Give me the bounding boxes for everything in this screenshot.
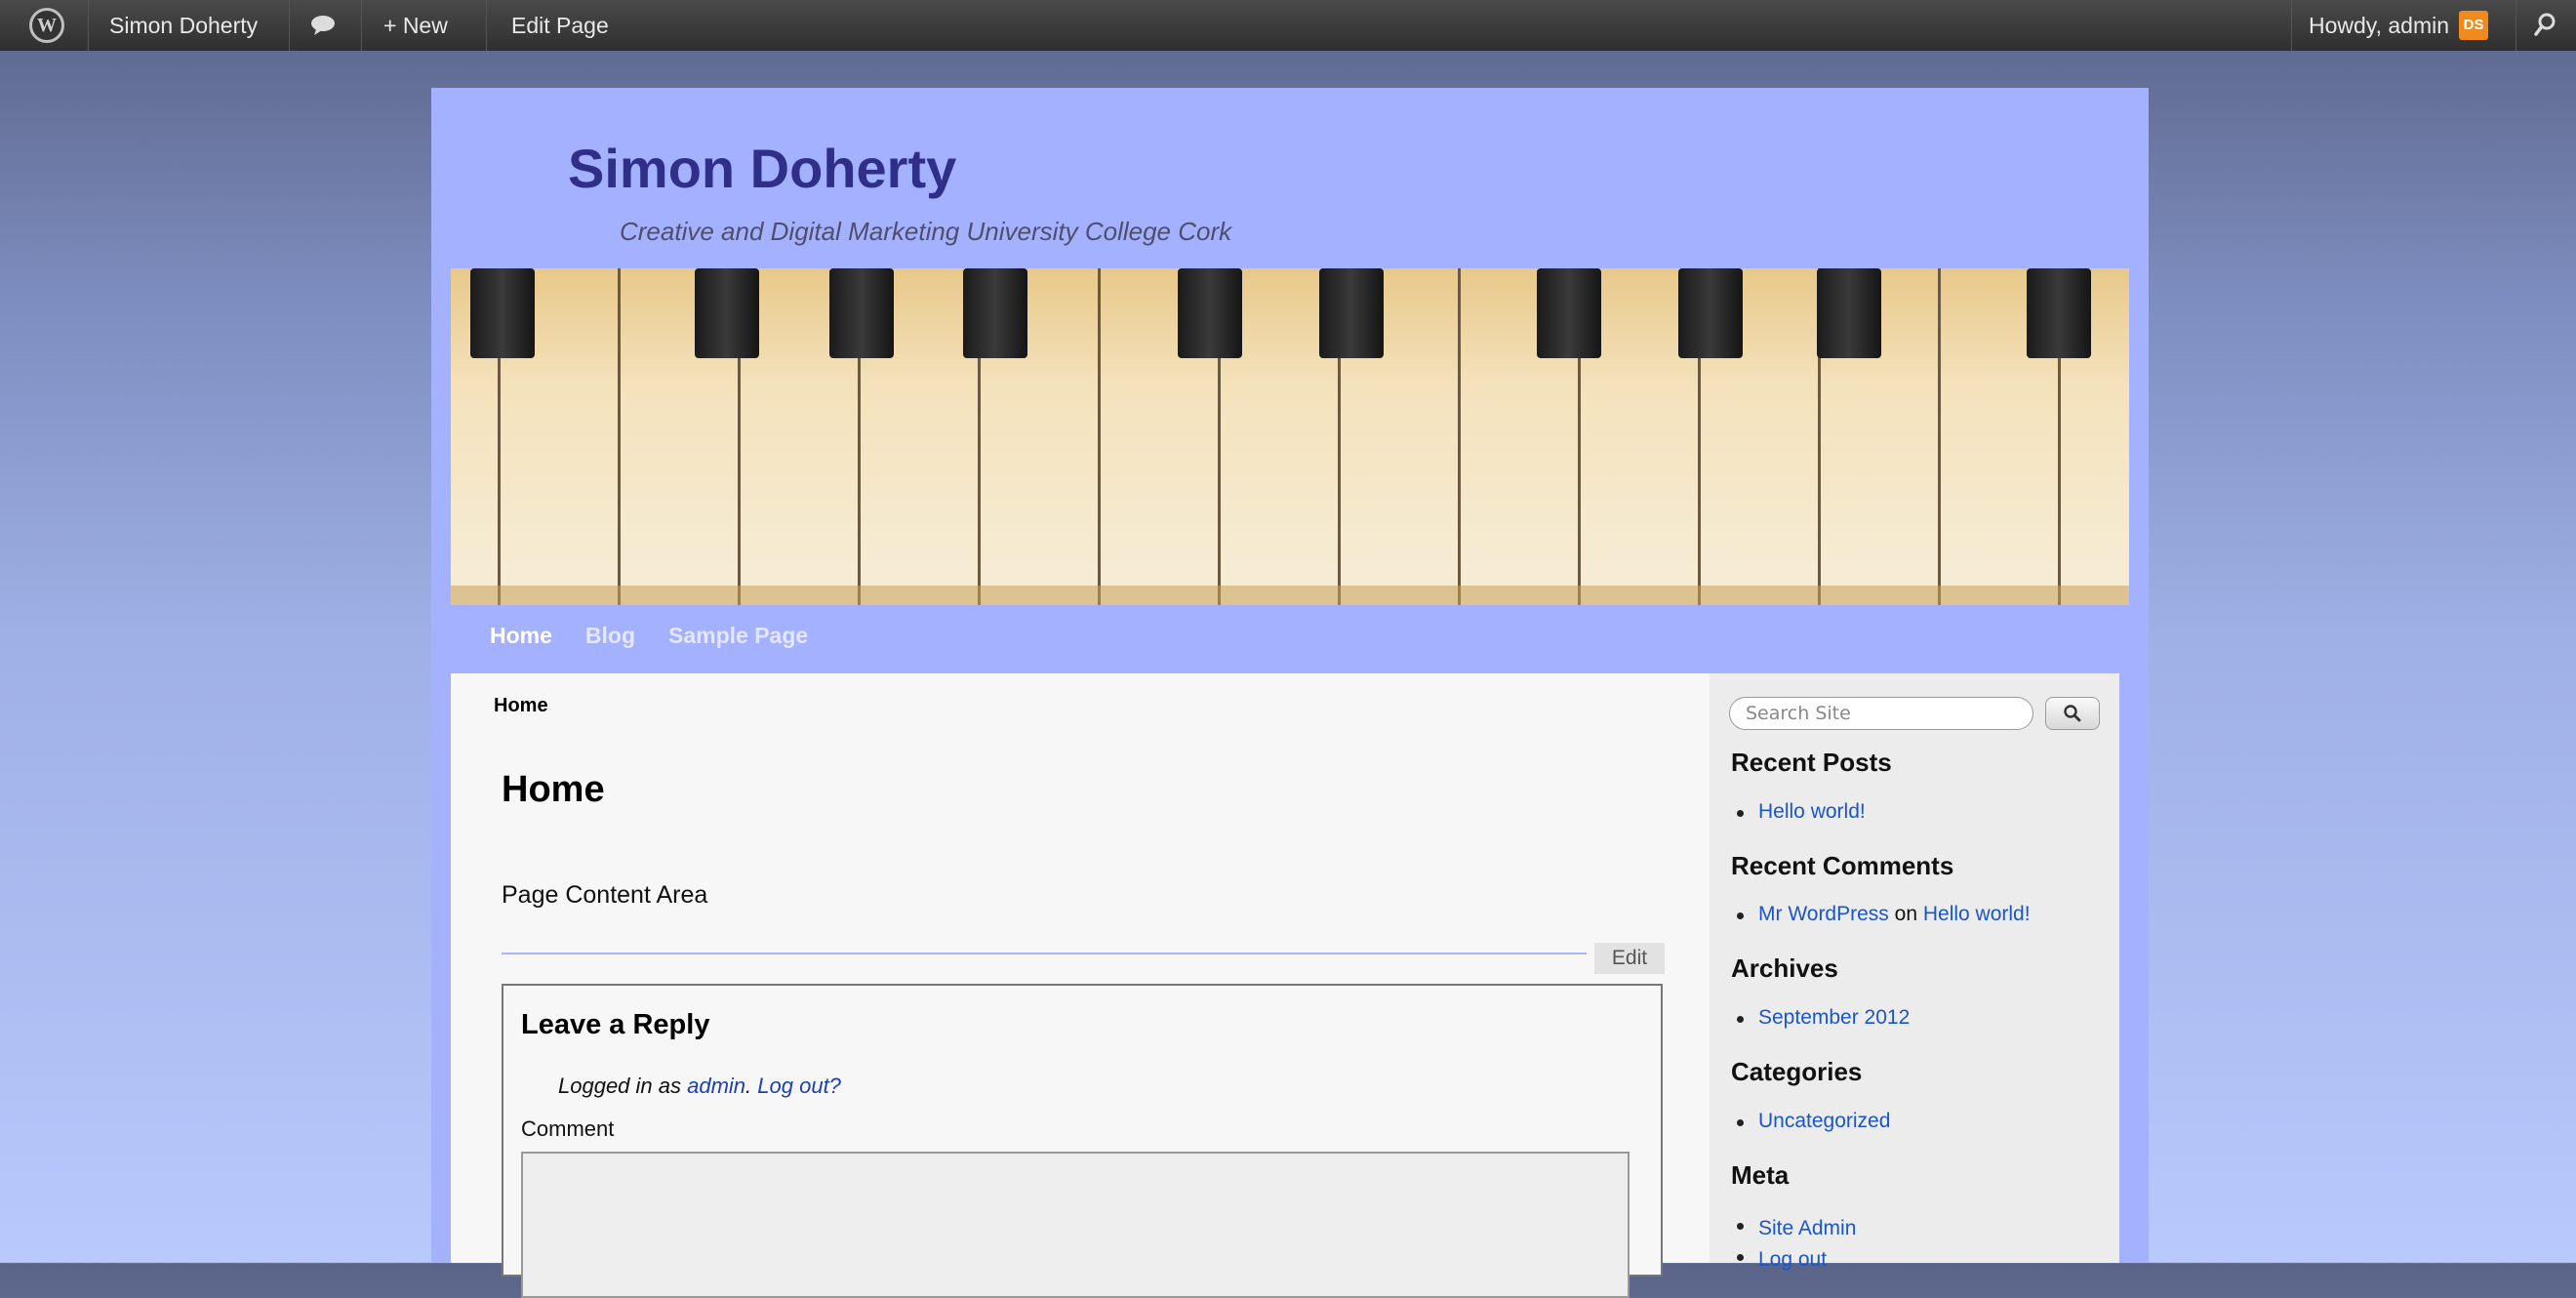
black-key — [1817, 268, 1881, 358]
meta-title: Meta — [1731, 1160, 1790, 1190]
comment-author-link[interactable]: Mr WordPress — [1758, 903, 1889, 925]
list-item: Mr WordPress on Hello world! — [1731, 903, 2031, 926]
divider — [289, 0, 290, 51]
logout-link[interactable]: Log out? — [757, 1074, 841, 1098]
account-menu[interactable]: Howdy, admin DS — [2309, 0, 2489, 51]
nav-item-sample-page[interactable]: Sample Page — [668, 623, 808, 649]
black-key — [470, 268, 535, 358]
search-button[interactable] — [2045, 697, 2100, 730]
recent-posts-list: Hello world! — [1731, 800, 1866, 824]
content-divider — [502, 953, 1587, 954]
search-icon — [2064, 705, 2081, 722]
comment-form: Leave a Reply Logged in as admin. Log ou… — [502, 984, 1663, 1298]
divider — [2291, 0, 2292, 51]
black-key — [1178, 268, 1242, 358]
list-item: Log out — [1731, 1244, 1856, 1276]
page-title: Home — [502, 769, 605, 810]
list-item: September 2012 — [1731, 1006, 1910, 1030]
divider — [88, 0, 89, 51]
white-key-gap — [618, 268, 621, 605]
white-key-gap — [1458, 268, 1461, 605]
black-key — [963, 268, 1027, 358]
user-profile-link[interactable]: admin — [687, 1074, 745, 1098]
black-key — [695, 268, 759, 358]
divider — [486, 0, 487, 51]
recent-posts-title: Recent Posts — [1731, 748, 1892, 777]
categories-list: Uncategorized — [1731, 1110, 1890, 1133]
on-text: on — [1894, 903, 1917, 925]
reply-title: Leave a Reply — [521, 1009, 710, 1040]
search-input[interactable] — [1729, 697, 2033, 730]
logged-in-prefix: Logged in as — [558, 1074, 681, 1098]
comment-post-link[interactable]: Hello world! — [1923, 903, 2031, 925]
page-content: Page Content Area — [502, 881, 708, 909]
archives-list: September 2012 — [1731, 1006, 1910, 1030]
comment-label: Comment — [521, 1116, 615, 1141]
black-key — [2027, 268, 2091, 358]
howdy-text: Howdy, admin — [2309, 12, 2450, 38]
avatar: DS — [2459, 11, 2489, 40]
main-navigation: Home Blog Sample Page — [490, 623, 808, 649]
nav-item-blog[interactable]: Blog — [585, 623, 635, 649]
site-title[interactable]: Simon Doherty — [568, 137, 956, 200]
admin-bar-site-name[interactable]: Simon Doherty — [109, 0, 258, 51]
category-link[interactable]: Uncategorized — [1758, 1110, 1890, 1132]
list-item: Uncategorized — [1731, 1110, 1890, 1133]
black-key — [1678, 268, 1743, 358]
list-item: Site Admin — [1731, 1213, 1856, 1244]
divider — [361, 0, 362, 51]
black-key — [829, 268, 894, 358]
meta-list: Site Admin Log out — [1731, 1213, 1856, 1276]
black-key — [1537, 268, 1601, 358]
search-icon[interactable] — [2533, 0, 2556, 51]
site-wrapper: Simon Doherty Creative and Digital Marke… — [431, 88, 2149, 1298]
nav-item-home[interactable]: Home — [490, 623, 552, 649]
archive-link[interactable]: September 2012 — [1758, 1006, 1910, 1029]
site-description: Creative and Digital Marketing Universit… — [620, 217, 1232, 246]
meta-logout-link[interactable]: Log out — [1758, 1248, 1827, 1271]
categories-title: Categories — [1731, 1057, 1863, 1086]
header-image-piano-keys — [451, 268, 2129, 605]
recent-post-link[interactable]: Hello world! — [1758, 800, 1866, 823]
list-item: Hello world! — [1731, 800, 1866, 824]
recent-comments-title: Recent Comments — [1731, 851, 1954, 880]
archives-title: Archives — [1731, 953, 1838, 983]
comment-textarea[interactable] — [521, 1152, 1630, 1298]
new-content-button[interactable]: + New — [383, 0, 448, 51]
edit-page-link[interactable]: Edit Page — [511, 0, 609, 51]
black-key — [1319, 268, 1384, 358]
edit-button[interactable]: Edit — [1594, 943, 1665, 974]
wordpress-logo-icon[interactable]: W — [29, 8, 64, 43]
white-key-gap — [1938, 268, 1941, 605]
logged-in-as: Logged in as admin. Log out? — [558, 1074, 841, 1098]
admin-bar: W Simon Doherty + New Edit Page Howdy, a… — [0, 0, 2576, 51]
sidebar: Recent Posts Hello world! Recent Comment… — [1710, 673, 2119, 1271]
site-admin-link[interactable]: Site Admin — [1758, 1217, 1856, 1239]
comments-icon[interactable] — [310, 0, 336, 51]
white-key-gap — [1098, 268, 1101, 605]
recent-comments-list: Mr WordPress on Hello world! — [1731, 903, 2031, 926]
piano-keys-image — [451, 268, 2129, 605]
main-content: Home Home Page Content Area Edit Leave a… — [451, 673, 1710, 1298]
breadcrumb[interactable]: Home — [494, 695, 548, 717]
